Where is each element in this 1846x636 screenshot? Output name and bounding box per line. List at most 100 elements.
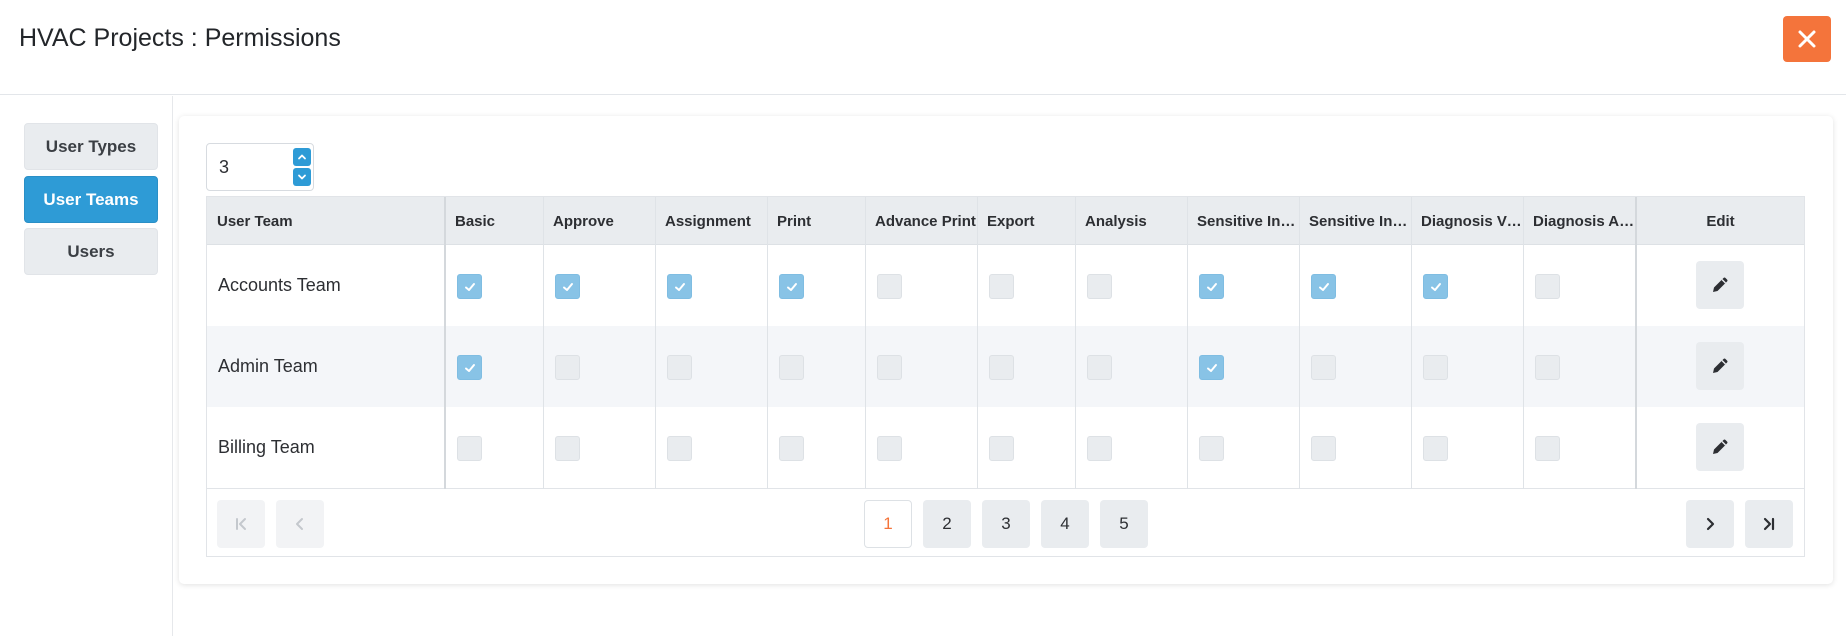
chevron-right-icon bbox=[1706, 517, 1715, 531]
permission-checkbox[interactable] bbox=[1199, 274, 1224, 299]
permission-checkbox[interactable] bbox=[1535, 274, 1560, 299]
check-icon bbox=[786, 282, 797, 291]
page-size-stepper[interactable]: 3 bbox=[206, 143, 314, 191]
last-page-icon bbox=[1763, 517, 1775, 531]
grid-header: User Team Basic Approve Assignment Print… bbox=[207, 197, 1804, 245]
page-button-5[interactable]: 5 bbox=[1100, 500, 1148, 548]
column-header-approve[interactable]: Approve bbox=[543, 197, 655, 245]
column-header-analysis[interactable]: Analysis bbox=[1075, 197, 1187, 245]
permission-checkbox[interactable] bbox=[1423, 436, 1448, 461]
first-page-icon bbox=[236, 518, 246, 530]
column-divider bbox=[1187, 197, 1188, 489]
check-icon bbox=[1318, 282, 1329, 291]
permission-checkbox[interactable] bbox=[1423, 274, 1448, 299]
permission-checkbox[interactable] bbox=[555, 274, 580, 299]
permission-checkbox[interactable] bbox=[667, 355, 692, 380]
permission-checkbox[interactable] bbox=[1199, 355, 1224, 380]
column-header-sensitive-info-2[interactable]: Sensitive Inf… bbox=[1299, 197, 1411, 245]
edit-button[interactable] bbox=[1696, 261, 1744, 309]
permission-checkbox[interactable] bbox=[1535, 355, 1560, 380]
permission-checkbox[interactable] bbox=[1199, 436, 1224, 461]
chevron-down-icon bbox=[298, 174, 306, 180]
page-size-value: 3 bbox=[219, 157, 230, 177]
table-row: Admin Team bbox=[207, 326, 1804, 408]
permission-checkbox[interactable] bbox=[457, 355, 482, 380]
page-button-3[interactable]: 3 bbox=[982, 500, 1030, 548]
permission-checkbox[interactable] bbox=[555, 436, 580, 461]
column-header-diagnosis-view[interactable]: Diagnosis Vi… bbox=[1411, 197, 1523, 245]
permission-checkbox[interactable] bbox=[1087, 436, 1112, 461]
page-button-2[interactable]: 2 bbox=[923, 500, 971, 548]
page-title: HVAC Projects : Permissions bbox=[19, 24, 341, 52]
check-icon bbox=[464, 282, 475, 291]
pagination: 1 2 3 4 5 bbox=[207, 490, 1804, 556]
last-page-button[interactable] bbox=[1745, 500, 1793, 548]
permission-checkbox[interactable] bbox=[667, 436, 692, 461]
permission-checkbox[interactable] bbox=[1311, 274, 1336, 299]
permission-checkbox[interactable] bbox=[877, 274, 902, 299]
permission-checkbox[interactable] bbox=[989, 436, 1014, 461]
increment-button[interactable] bbox=[293, 148, 311, 166]
edit-button[interactable] bbox=[1696, 342, 1744, 390]
sidebar: User Types User Teams Users bbox=[0, 96, 173, 636]
chevron-left-icon bbox=[296, 518, 303, 530]
permission-checkbox[interactable] bbox=[1311, 436, 1336, 461]
page-button-1[interactable]: 1 bbox=[864, 500, 912, 548]
permission-checkbox[interactable] bbox=[779, 436, 804, 461]
column-header-assignment[interactable]: Assignment bbox=[655, 197, 767, 245]
close-icon bbox=[1798, 30, 1816, 48]
decrement-button[interactable] bbox=[293, 168, 311, 186]
page-button-4[interactable]: 4 bbox=[1041, 500, 1089, 548]
permission-checkbox[interactable] bbox=[989, 355, 1014, 380]
edit-button[interactable] bbox=[1696, 423, 1744, 471]
column-header-edit: Edit bbox=[1706, 212, 1735, 230]
permissions-panel: 3 User Team Basic Approve Assignment Pri… bbox=[179, 116, 1833, 584]
permission-checkbox[interactable] bbox=[779, 274, 804, 299]
permission-checkbox[interactable] bbox=[457, 274, 482, 299]
check-icon bbox=[562, 282, 573, 291]
pencil-icon bbox=[1713, 358, 1728, 373]
column-header-user-team[interactable]: User Team bbox=[207, 197, 445, 245]
first-page-button[interactable] bbox=[217, 500, 265, 548]
permission-checkbox[interactable] bbox=[1087, 274, 1112, 299]
permission-checkbox[interactable] bbox=[457, 436, 482, 461]
pencil-icon bbox=[1713, 439, 1728, 454]
team-name: Admin Team bbox=[218, 356, 318, 376]
close-button[interactable] bbox=[1783, 16, 1831, 62]
permissions-grid: User Team Basic Approve Assignment Print… bbox=[206, 196, 1805, 557]
team-name: Billing Team bbox=[218, 437, 315, 457]
column-header-export[interactable]: Export bbox=[977, 197, 1075, 245]
table-row: Billing Team bbox=[207, 407, 1804, 489]
permission-checkbox[interactable] bbox=[1311, 355, 1336, 380]
check-icon bbox=[1206, 363, 1217, 372]
column-divider bbox=[1075, 197, 1076, 489]
next-page-button[interactable] bbox=[1686, 500, 1734, 548]
column-divider bbox=[1299, 197, 1300, 489]
column-header-advance-print[interactable]: Advance Print bbox=[865, 197, 977, 245]
column-header-sensitive-info-1[interactable]: Sensitive Inf… bbox=[1187, 197, 1299, 245]
permission-checkbox[interactable] bbox=[555, 355, 580, 380]
check-icon bbox=[1430, 282, 1441, 291]
column-divider bbox=[543, 197, 544, 489]
permission-checkbox[interactable] bbox=[877, 436, 902, 461]
column-divider bbox=[1635, 197, 1637, 489]
permission-checkbox[interactable] bbox=[1535, 436, 1560, 461]
sidebar-item-user-teams[interactable]: User Teams bbox=[24, 176, 158, 223]
check-icon bbox=[674, 282, 685, 291]
permission-checkbox[interactable] bbox=[1423, 355, 1448, 380]
permission-checkbox[interactable] bbox=[1087, 355, 1112, 380]
permission-checkbox[interactable] bbox=[877, 355, 902, 380]
permission-checkbox[interactable] bbox=[989, 274, 1014, 299]
column-header-diagnosis-a[interactable]: Diagnosis A… bbox=[1523, 197, 1635, 245]
sidebar-item-user-types[interactable]: User Types bbox=[24, 123, 158, 170]
column-header-basic[interactable]: Basic bbox=[445, 197, 543, 245]
check-icon bbox=[1206, 282, 1217, 291]
column-header-print[interactable]: Print bbox=[767, 197, 865, 245]
pencil-icon bbox=[1713, 277, 1728, 292]
permission-checkbox[interactable] bbox=[667, 274, 692, 299]
sidebar-item-users[interactable]: Users bbox=[24, 228, 158, 275]
column-divider bbox=[977, 197, 978, 489]
column-divider bbox=[655, 197, 656, 489]
prev-page-button[interactable] bbox=[276, 500, 324, 548]
permission-checkbox[interactable] bbox=[779, 355, 804, 380]
